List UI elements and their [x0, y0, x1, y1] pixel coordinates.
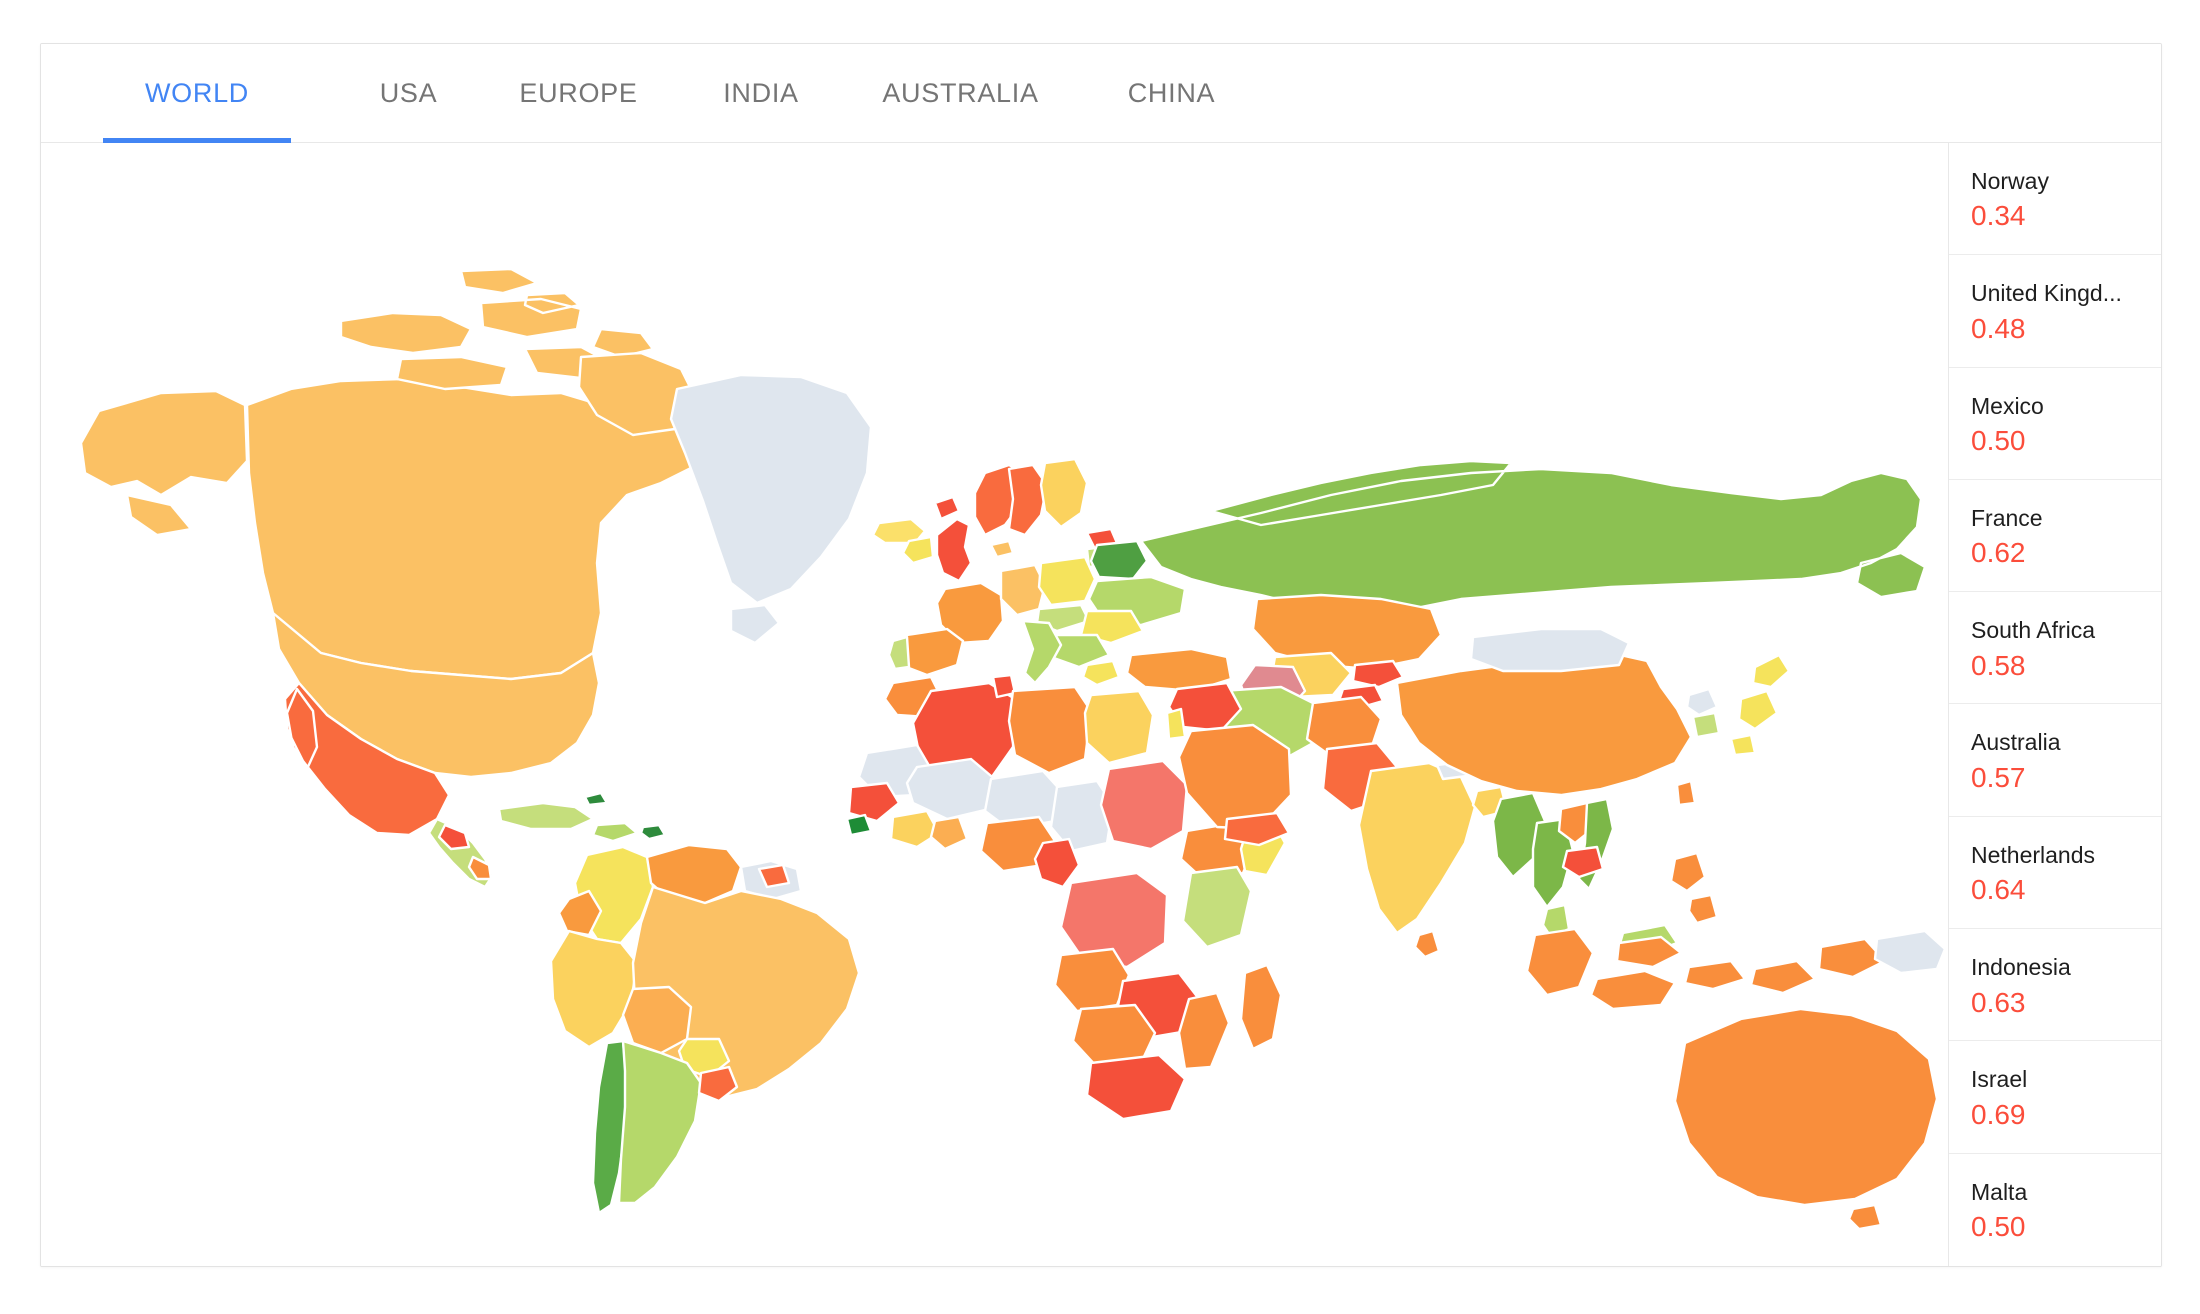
- country-russia[interactable]: [1139, 459, 1927, 615]
- country-south-africa[interactable]: [1085, 1053, 1187, 1121]
- country-name: Malta: [1971, 1178, 2028, 1205]
- country-cuba-east[interactable]: [583, 791, 609, 807]
- tab-australia-label: AUSTRALIA: [882, 77, 1039, 108]
- country-australia[interactable]: [1673, 1007, 1939, 1207]
- country-poland[interactable]: [1037, 555, 1097, 607]
- tab-india[interactable]: INDIA: [701, 44, 821, 143]
- country-ghana[interactable]: [929, 815, 969, 851]
- country-puerto-rico[interactable]: [639, 823, 667, 841]
- country-name: Netherlands: [1971, 841, 2096, 868]
- list-item[interactable]: Netherlands 0.64: [1949, 817, 2161, 930]
- country-taiwan[interactable]: [1675, 779, 1697, 807]
- country-value: 0.50: [1971, 425, 2026, 457]
- app-root: WORLD USA EUROPE INDIA AUSTRALIA CHINA N…: [0, 0, 2200, 1314]
- country-value: 0.48: [1971, 312, 2026, 344]
- country-south-korea[interactable]: [1691, 711, 1721, 739]
- country-name: Indonesia: [1971, 954, 2071, 981]
- country-libya[interactable]: [1007, 685, 1093, 775]
- country-hispaniola[interactable]: [591, 821, 639, 843]
- list-item[interactable]: Mexico 0.50: [1949, 368, 2161, 480]
- country-mozambique[interactable]: [1177, 991, 1231, 1071]
- country-egypt[interactable]: [1083, 689, 1155, 765]
- country-finland[interactable]: [1039, 457, 1089, 529]
- list-item[interactable]: Australia 0.57: [1949, 704, 2161, 817]
- country-belarus[interactable]: [1089, 539, 1149, 581]
- country-germany[interactable]: [999, 563, 1047, 617]
- country-greece[interactable]: [1081, 659, 1121, 687]
- country-sri-lanka[interactable]: [1413, 929, 1441, 959]
- country-sudan[interactable]: [1099, 759, 1189, 851]
- country-north-korea[interactable]: [1685, 687, 1719, 717]
- country-alaska[interactable]: [79, 389, 249, 537]
- list-item[interactable]: South Africa 0.58: [1949, 592, 2161, 705]
- tab-usa[interactable]: USA: [351, 44, 466, 143]
- country-value: 0.69: [1971, 1098, 2026, 1130]
- list-item[interactable]: United Kingd... 0.48: [1949, 255, 2161, 368]
- country-value: 0.50: [1971, 1211, 2026, 1243]
- country-name: United Kingd...: [1971, 280, 2122, 307]
- country-value: 0.62: [1971, 537, 2026, 569]
- tab-india-label: INDIA: [723, 77, 799, 108]
- country-senegal-guinea[interactable]: [847, 781, 901, 823]
- country-portugal[interactable]: [887, 635, 911, 671]
- country-united-kingdom[interactable]: [933, 495, 973, 583]
- country-japan[interactable]: [1729, 653, 1791, 757]
- country-israel[interactable]: [1165, 707, 1187, 741]
- tab-usa-label: USA: [379, 77, 438, 108]
- country-greenland[interactable]: [669, 373, 873, 645]
- country-argentina[interactable]: [617, 1039, 703, 1205]
- country-name: Norway: [1971, 168, 2049, 194]
- region-tab-bar: WORLD USA EUROPE INDIA AUSTRALIA CHINA: [41, 44, 2161, 143]
- country-ranking-list: Norway 0.34 United Kingd... 0.48 Mexico …: [1948, 143, 2161, 1266]
- country-kenya-tanzania[interactable]: [1181, 865, 1253, 949]
- country-value: 0.63: [1971, 986, 2026, 1018]
- country-name: Australia: [1971, 729, 2061, 756]
- tab-china[interactable]: CHINA: [1103, 44, 1240, 143]
- country-indonesia[interactable]: [1525, 927, 1887, 1011]
- country-name: Israel: [1971, 1066, 2028, 1093]
- map-dashboard-card: WORLD USA EUROPE INDIA AUSTRALIA CHINA N…: [40, 43, 2162, 1267]
- list-item[interactable]: France 0.62: [1949, 480, 2161, 593]
- tab-europe[interactable]: EUROPE: [501, 44, 656, 143]
- tab-world-label: WORLD: [145, 77, 249, 108]
- country-sweden[interactable]: [1007, 463, 1049, 537]
- country-papua-new-guinea[interactable]: [1873, 929, 1947, 975]
- country-madagascar[interactable]: [1239, 963, 1283, 1051]
- country-denmark[interactable]: [989, 539, 1015, 559]
- tab-europe-label: EUROPE: [519, 77, 638, 108]
- tab-china-label: CHINA: [1127, 77, 1216, 108]
- world-map-svg[interactable]: [41, 143, 1948, 1266]
- country-mongolia[interactable]: [1469, 627, 1631, 673]
- country-name: South Africa: [1971, 617, 2096, 644]
- country-peru[interactable]: [549, 929, 639, 1049]
- country-value: 0.64: [1971, 874, 2026, 906]
- country-name: Mexico: [1971, 392, 2044, 419]
- country-name: France: [1971, 504, 2043, 531]
- country-value: 0.34: [1971, 200, 2026, 232]
- dashboard-body: Norway 0.34 United Kingd... 0.48 Mexico …: [41, 143, 2161, 1266]
- country-tasmania[interactable]: [1847, 1203, 1883, 1231]
- tab-world[interactable]: WORLD: [103, 44, 291, 143]
- world-choropleth-map[interactable]: [41, 143, 1948, 1266]
- country-cameroon[interactable]: [1033, 837, 1081, 889]
- country-kyrgyzstan[interactable]: [1351, 659, 1405, 689]
- country-value: 0.57: [1971, 761, 2026, 793]
- list-item[interactable]: Israel 0.69: [1949, 1041, 2161, 1154]
- country-philippines[interactable]: [1669, 851, 1719, 925]
- region-caribbean[interactable]: [497, 801, 595, 831]
- country-india[interactable]: [1357, 761, 1477, 935]
- country-value: 0.58: [1971, 649, 2026, 681]
- list-item[interactable]: Malta 0.50: [1949, 1154, 2161, 1266]
- list-item[interactable]: Norway 0.34: [1949, 143, 2161, 256]
- tab-australia[interactable]: AUSTRALIA: [858, 44, 1063, 143]
- tab-active-indicator: [103, 137, 291, 143]
- list-item[interactable]: Indonesia 0.63: [1949, 929, 2161, 1042]
- country-sierra-leone[interactable]: [845, 813, 873, 837]
